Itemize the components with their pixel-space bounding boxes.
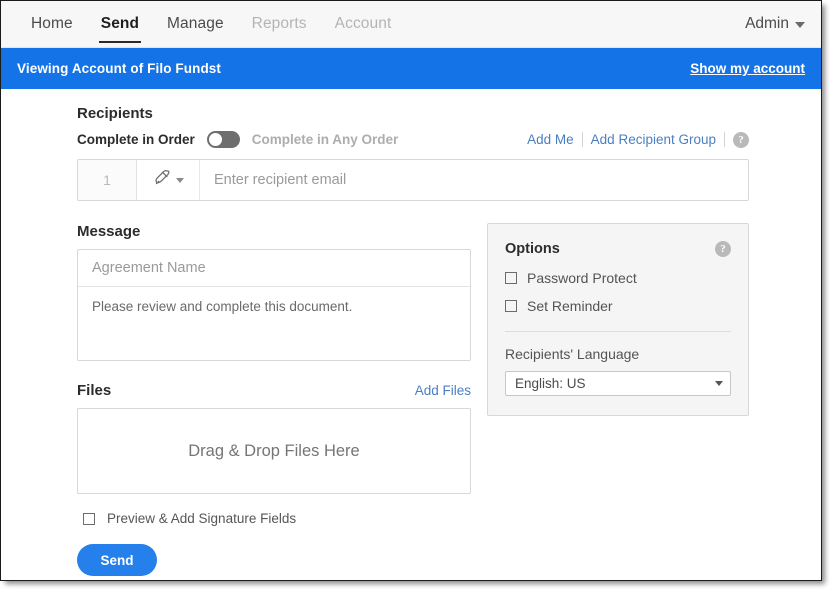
message-box: Agreement Name Please review and complet… [77,249,471,361]
completion-order-row: Complete in Order Complete in Any Order … [77,131,749,148]
divider [505,331,731,332]
complete-in-order-label: Complete in Order [77,132,195,147]
option-password-protect[interactable]: Password Protect [505,270,731,286]
add-me-link[interactable]: Add Me [527,132,574,147]
nav-item-manage-label: Manage [167,15,224,32]
divider [724,132,725,147]
nav-right-region: Admin [745,1,821,47]
complete-in-any-order-label: Complete in Any Order [251,132,399,147]
banner-account-name: Filo Fundst [147,61,222,76]
nav-item-manage[interactable]: Manage [153,1,238,47]
option-set-reminder[interactable]: Set Reminder [505,298,731,314]
banner-text: Viewing Account of Filo Fundst [17,61,221,76]
chevron-down-icon [175,177,184,183]
message-column: Message Agreement Name Please review and… [77,223,471,494]
admin-menu-label: Admin [745,15,789,32]
divider [581,132,583,147]
recipients-language-select[interactable]: English: US [505,371,731,396]
nav-item-reports[interactable]: Reports [238,1,321,47]
options-panel: Options ? Password Protect Set Reminder [487,223,749,416]
nav-item-account[interactable]: Account [321,1,406,47]
account-context-banner: Viewing Account of Filo Fundst Show my a… [1,48,821,89]
chevron-down-icon [795,22,805,28]
options-header: Options ? [505,241,731,257]
nav-items: Home Send Manage Reports Account [1,1,405,47]
nav-item-send[interactable]: Send [87,1,153,47]
chevron-down-icon [715,381,723,386]
toggle-knob [208,133,222,146]
recipients-language-label: Recipients' Language [505,346,640,362]
preview-add-signature-fields-label: Preview & Add Signature Fields [107,511,297,526]
file-dropzone[interactable]: Drag & Drop Files Here [77,408,471,494]
files-header: Files Add Files [77,382,471,399]
files-title: Files [77,382,112,399]
preview-add-signature-fields-row[interactable]: Preview & Add Signature Fields [83,511,749,526]
recipients-title: Recipients [77,105,153,122]
nav-item-send-label: Send [100,15,140,32]
checkbox[interactable] [505,300,517,312]
recipients-language-value: English: US [515,376,586,391]
checkbox[interactable] [505,272,517,284]
page-body: Recipients Complete in Order Complete in… [1,89,821,580]
help-icon[interactable]: ? [733,131,749,148]
checkbox[interactable] [83,512,95,525]
top-navigation-bar: Home Send Manage Reports Account Admin [1,1,821,48]
banner-prefix: Viewing Account of [17,61,144,76]
nav-item-home[interactable]: Home [17,1,87,47]
admin-menu-button[interactable]: Admin [745,15,805,33]
nav-item-account-label: Account [334,15,392,32]
recipient-row: 1 Enter recipient email [77,159,749,201]
option-password-protect-label: Password Protect [527,270,637,286]
signature-pen-icon [153,168,172,192]
option-set-reminder-label: Set Reminder [527,298,613,314]
recipient-email-input[interactable]: Enter recipient email [200,160,748,200]
recipient-index: 1 [78,160,137,200]
file-dropzone-label: Drag & Drop Files Here [188,441,360,460]
recipient-actions: Add Me Add Recipient Group ? [527,131,749,148]
message-title: Message [77,223,141,240]
add-recipient-group-link[interactable]: Add Recipient Group [591,132,716,147]
add-files-link[interactable]: Add Files [415,383,471,398]
show-my-account-link[interactable]: Show my account [690,61,805,76]
agreement-name-input[interactable]: Agreement Name [78,250,470,287]
message-body-textarea[interactable]: Please review and complete this document… [78,287,470,360]
options-title: Options [505,241,560,257]
send-button[interactable]: Send [77,544,157,576]
content-column: Recipients Complete in Order Complete in… [73,105,749,576]
options-column: Options ? Password Protect Set Reminder [487,223,749,416]
recipient-role-selector[interactable] [137,160,200,200]
help-icon[interactable]: ? [715,241,731,257]
message-options-columns: Message Agreement Name Please review and… [77,223,749,494]
completion-order-toggle[interactable] [206,131,240,148]
nav-item-home-label: Home [31,15,73,32]
application-window: Home Send Manage Reports Account Admin V… [0,0,822,581]
nav-item-reports-label: Reports [251,15,307,32]
